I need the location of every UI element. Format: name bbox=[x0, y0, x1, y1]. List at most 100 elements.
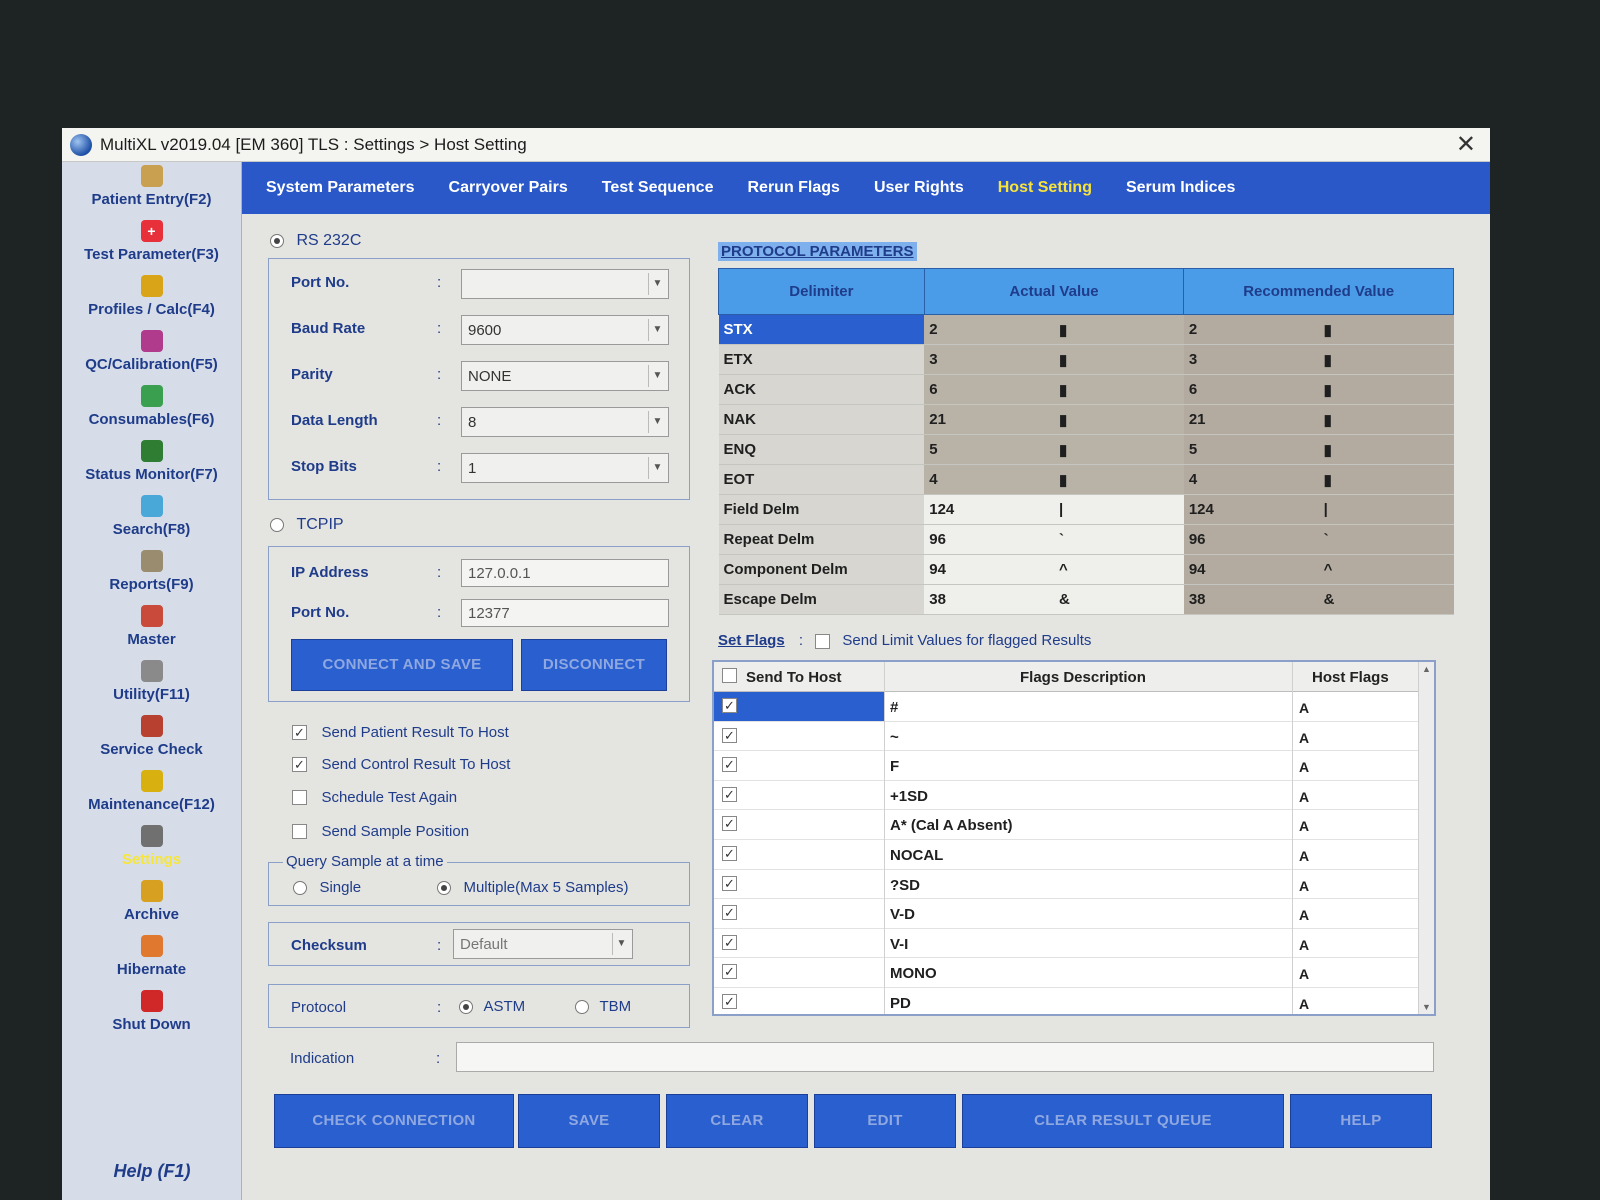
sidebar-item-reports-f9[interactable]: Reports(F9) bbox=[62, 547, 241, 602]
table-row[interactable]: ✓ NOCAL A bbox=[714, 840, 1420, 870]
table-row[interactable]: ✓ # A bbox=[714, 692, 1420, 722]
send-to-host-cell[interactable] bbox=[714, 929, 884, 958]
sidebar-item-maintenance-f12[interactable]: Maintenance(F12) bbox=[62, 767, 241, 822]
multiple-radio[interactable] bbox=[437, 880, 451, 895]
send-patient-row[interactable]: ✓ Send Patient Result To Host bbox=[292, 724, 509, 742]
send-limit-checkbox[interactable] bbox=[815, 633, 831, 649]
table-row[interactable]: ✓ ?SD A bbox=[714, 870, 1420, 900]
send-to-host-checkbox[interactable]: ✓ bbox=[722, 994, 737, 1009]
tab-host-setting[interactable]: Host Setting bbox=[998, 179, 1092, 197]
send-to-host-checkbox[interactable]: ✓ bbox=[722, 934, 737, 950]
indication-field[interactable] bbox=[456, 1042, 1434, 1072]
scroll-down-icon[interactable]: ▼ bbox=[1422, 1002, 1431, 1012]
send-patient-checkbox[interactable]: ✓ bbox=[292, 725, 307, 741]
table-row[interactable]: ✓ V-D A bbox=[714, 899, 1420, 929]
single-radio[interactable] bbox=[293, 880, 307, 895]
help-button[interactable]: HELP bbox=[1290, 1094, 1432, 1148]
tab-carryover-pairs[interactable]: Carryover Pairs bbox=[449, 179, 568, 197]
protocol-row[interactable]: Repeat Delm 96 ` 96 ` bbox=[718, 524, 1454, 555]
set-flags-link[interactable]: Set Flags bbox=[718, 632, 785, 649]
tab-test-sequence[interactable]: Test Sequence bbox=[602, 179, 714, 197]
multiple-radio-row[interactable]: Multiple(Max 5 Samples) bbox=[437, 879, 629, 897]
send-position-checkbox[interactable] bbox=[292, 824, 307, 840]
tab-rerun-flags[interactable]: Rerun Flags bbox=[747, 179, 839, 197]
disconnect-button[interactable]: DISCONNECT bbox=[521, 639, 667, 691]
rs232-radio[interactable] bbox=[270, 233, 284, 248]
astm-radio-row[interactable]: ASTM bbox=[459, 998, 525, 1016]
edit-button[interactable]: EDIT bbox=[814, 1094, 956, 1148]
protocol-row[interactable]: Field Delm 124 | 124 | bbox=[718, 494, 1454, 525]
sidebar-item-status-monitor-f7[interactable]: Status Monitor(F7) bbox=[62, 437, 241, 492]
tab-system-parameters[interactable]: System Parameters bbox=[266, 179, 415, 197]
clear-result-queue-button[interactable]: CLEAR RESULT QUEUE bbox=[962, 1094, 1284, 1148]
scroll-up-icon[interactable]: ▲ bbox=[1422, 664, 1431, 674]
tcpip-radio-row[interactable]: TCPIP bbox=[270, 516, 344, 534]
protocol-row[interactable]: NAK 21 ▮ 21 ▮ bbox=[718, 404, 1454, 435]
send-to-host-cell[interactable] bbox=[714, 958, 884, 987]
table-row[interactable]: ✓ V-I A bbox=[714, 929, 1420, 959]
tcp-port-field[interactable]: 12377 bbox=[461, 599, 669, 627]
send-position-row[interactable]: Send Sample Position bbox=[292, 823, 469, 841]
check-connection-button[interactable]: CHECK CONNECTION bbox=[274, 1094, 514, 1148]
send-to-host-cell[interactable] bbox=[714, 781, 884, 810]
send-to-host-cell[interactable] bbox=[714, 988, 884, 1014]
send-to-host-checkbox[interactable]: ✓ bbox=[722, 816, 737, 832]
single-radio-row[interactable]: Single bbox=[293, 879, 361, 897]
tbm-radio-row[interactable]: TBM bbox=[575, 998, 631, 1016]
table-row[interactable]: ✓ A* (Cal A Absent) A bbox=[714, 810, 1420, 840]
clear-button[interactable]: CLEAR bbox=[666, 1094, 808, 1148]
send-to-host-checkbox[interactable]: ✓ bbox=[722, 727, 737, 743]
send-to-host-checkbox[interactable]: ✓ bbox=[722, 846, 737, 861]
sidebar-item-hibernate[interactable]: Hibernate bbox=[62, 932, 241, 987]
checksum-dropdown[interactable]: Default ▼ bbox=[453, 929, 633, 959]
send-to-host-cell[interactable] bbox=[714, 840, 884, 869]
connect-and-save-button[interactable]: CONNECT AND SAVE bbox=[291, 639, 513, 691]
send-to-host-cell[interactable] bbox=[714, 692, 884, 721]
send-to-host-cell[interactable] bbox=[714, 870, 884, 899]
table-row[interactable]: ✓ PD A bbox=[714, 988, 1420, 1014]
sidebar-item-search-f8[interactable]: Search(F8) bbox=[62, 492, 241, 547]
send-to-host-cell[interactable] bbox=[714, 899, 884, 928]
send-to-host-cell[interactable] bbox=[714, 810, 884, 839]
close-button[interactable]: ✕ bbox=[1456, 130, 1476, 159]
rs232-radio-row[interactable]: RS 232C bbox=[270, 232, 361, 250]
tbm-radio[interactable] bbox=[575, 999, 589, 1014]
tcpip-radio[interactable] bbox=[270, 517, 284, 532]
protocol-row[interactable]: EOT 4 ▮ 4 ▮ bbox=[718, 464, 1454, 495]
send-to-host-checkbox[interactable]: ✓ bbox=[722, 905, 737, 921]
schedule-again-checkbox[interactable] bbox=[292, 790, 307, 806]
send-to-host-checkbox[interactable]: ✓ bbox=[722, 964, 737, 980]
protocol-row[interactable]: ACK 6 ▮ 6 ▮ bbox=[718, 374, 1454, 405]
ip-address-field[interactable]: 127.0.0.1 bbox=[461, 559, 669, 587]
datalen-dropdown[interactable]: 8 ▼ bbox=[461, 407, 669, 437]
flags-scrollbar[interactable]: ▲ ▼ bbox=[1418, 662, 1434, 1014]
protocol-row[interactable]: ETX 3 ▮ 3 ▮ bbox=[718, 344, 1454, 375]
send-to-host-cell[interactable] bbox=[714, 722, 884, 751]
sidebar-item-settings[interactable]: Settings bbox=[62, 822, 241, 877]
send-to-host-checkbox[interactable]: ✓ bbox=[722, 757, 737, 773]
send-to-host-checkbox[interactable]: ✓ bbox=[722, 698, 737, 713]
save-button[interactable]: SAVE bbox=[518, 1094, 660, 1148]
protocol-row[interactable]: STX 2 ▮ 2 ▮ bbox=[718, 314, 1454, 345]
sidebar-item-consumables-f6[interactable]: Consumables(F6) bbox=[62, 382, 241, 437]
help-link[interactable]: Help (F1) bbox=[62, 1161, 242, 1182]
protocol-row[interactable]: ENQ 5 ▮ 5 ▮ bbox=[718, 434, 1454, 465]
sidebar-item-qc-calibration-f5[interactable]: QC/Calibration(F5) bbox=[62, 327, 241, 382]
baud-dropdown[interactable]: 9600 ▼ bbox=[461, 315, 669, 345]
parity-dropdown[interactable]: NONE ▼ bbox=[461, 361, 669, 391]
table-row[interactable]: ✓ ~ A bbox=[714, 722, 1420, 752]
schedule-again-row[interactable]: Schedule Test Again bbox=[292, 789, 457, 807]
send-to-host-cell[interactable] bbox=[714, 751, 884, 780]
protocol-row[interactable]: Escape Delm 38 & 38 & bbox=[718, 584, 1454, 615]
sidebar-item-service-check[interactable]: Service Check bbox=[62, 712, 241, 767]
send-control-checkbox[interactable]: ✓ bbox=[292, 757, 307, 773]
port-dropdown[interactable]: ▼ bbox=[461, 269, 669, 299]
sidebar-item-master[interactable]: Master bbox=[62, 602, 241, 657]
select-all-checkbox[interactable] bbox=[722, 668, 737, 683]
table-row[interactable]: ✓ MONO A bbox=[714, 958, 1420, 988]
tab-user-rights[interactable]: User Rights bbox=[874, 179, 964, 197]
table-row[interactable]: ✓ F A bbox=[714, 751, 1420, 781]
astm-radio[interactable] bbox=[459, 999, 473, 1014]
send-to-host-checkbox[interactable]: ✓ bbox=[722, 875, 737, 891]
protocol-row[interactable]: Component Delm 94 ^ 94 ^ bbox=[718, 554, 1454, 585]
